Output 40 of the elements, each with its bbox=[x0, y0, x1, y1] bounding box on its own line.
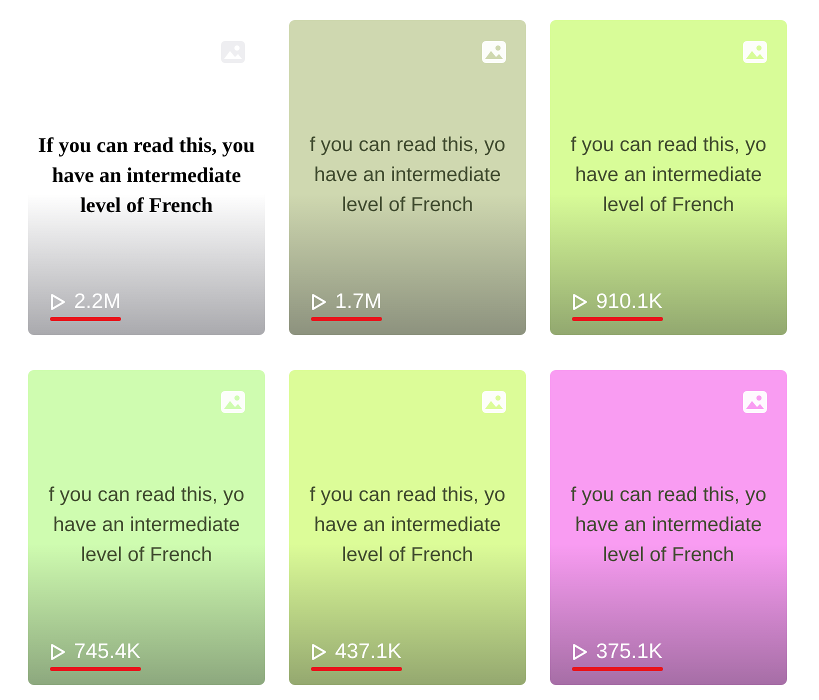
video-thumbnail[interactable]: f you can read this, yo have an intermediate level of French 910.1K bbox=[550, 20, 787, 335]
caption-text: have an intermediate bbox=[52, 162, 241, 189]
view-count: 437.1K bbox=[335, 639, 402, 665]
caption-text: f you can read this, yo bbox=[570, 133, 766, 158]
caption-text: have an intermediate bbox=[575, 513, 762, 538]
image-icon bbox=[742, 40, 768, 64]
video-thumbnail[interactable]: f you can read this, yo have an intermediate level of French 437.1K bbox=[289, 370, 526, 685]
caption-text: level of French bbox=[342, 193, 474, 218]
play-icon bbox=[50, 293, 66, 311]
video-thumbnail[interactable]: f you can read this, yo have an intermediate level of French 1.7M bbox=[289, 20, 526, 335]
caption-text: level of French bbox=[602, 543, 734, 568]
view-count: 2.2M bbox=[74, 289, 121, 315]
play-icon bbox=[572, 643, 588, 661]
image-icon bbox=[220, 390, 246, 414]
image-icon bbox=[481, 40, 507, 64]
image-icon bbox=[481, 390, 507, 414]
play-icon bbox=[311, 293, 327, 311]
caption-text: level of French bbox=[602, 193, 734, 218]
video-thumbnail[interactable]: f you can read this, yo have an intermediate level of French 375.1K bbox=[550, 370, 787, 685]
caption-text: level of French bbox=[342, 543, 474, 568]
caption-text: have an intermediate bbox=[314, 163, 501, 188]
caption-text: have an intermediate bbox=[575, 163, 762, 188]
caption-text: have an intermediate bbox=[53, 513, 240, 538]
video-thumbnail[interactable]: f you can read this, yo have an intermediate level of French 745.4K bbox=[28, 370, 265, 685]
play-icon bbox=[311, 643, 327, 661]
image-icon bbox=[742, 390, 768, 414]
caption-text: level of French bbox=[80, 192, 213, 219]
caption-text: f you can read this, yo bbox=[310, 483, 506, 508]
caption-text: f you can read this, yo bbox=[310, 133, 506, 158]
caption-text: f you can read this, yo bbox=[570, 483, 766, 508]
play-icon bbox=[572, 293, 588, 311]
play-icon bbox=[50, 643, 66, 661]
view-count: 1.7M bbox=[335, 289, 382, 315]
caption-text: level of French bbox=[80, 543, 212, 568]
caption-text: f you can read this, yo bbox=[48, 483, 244, 508]
caption-text: If you can read this, you bbox=[38, 132, 255, 159]
view-count: 745.4K bbox=[74, 639, 141, 665]
view-count: 375.1K bbox=[596, 639, 663, 665]
view-count: 910.1K bbox=[596, 289, 663, 315]
caption-text: have an intermediate bbox=[314, 513, 501, 538]
